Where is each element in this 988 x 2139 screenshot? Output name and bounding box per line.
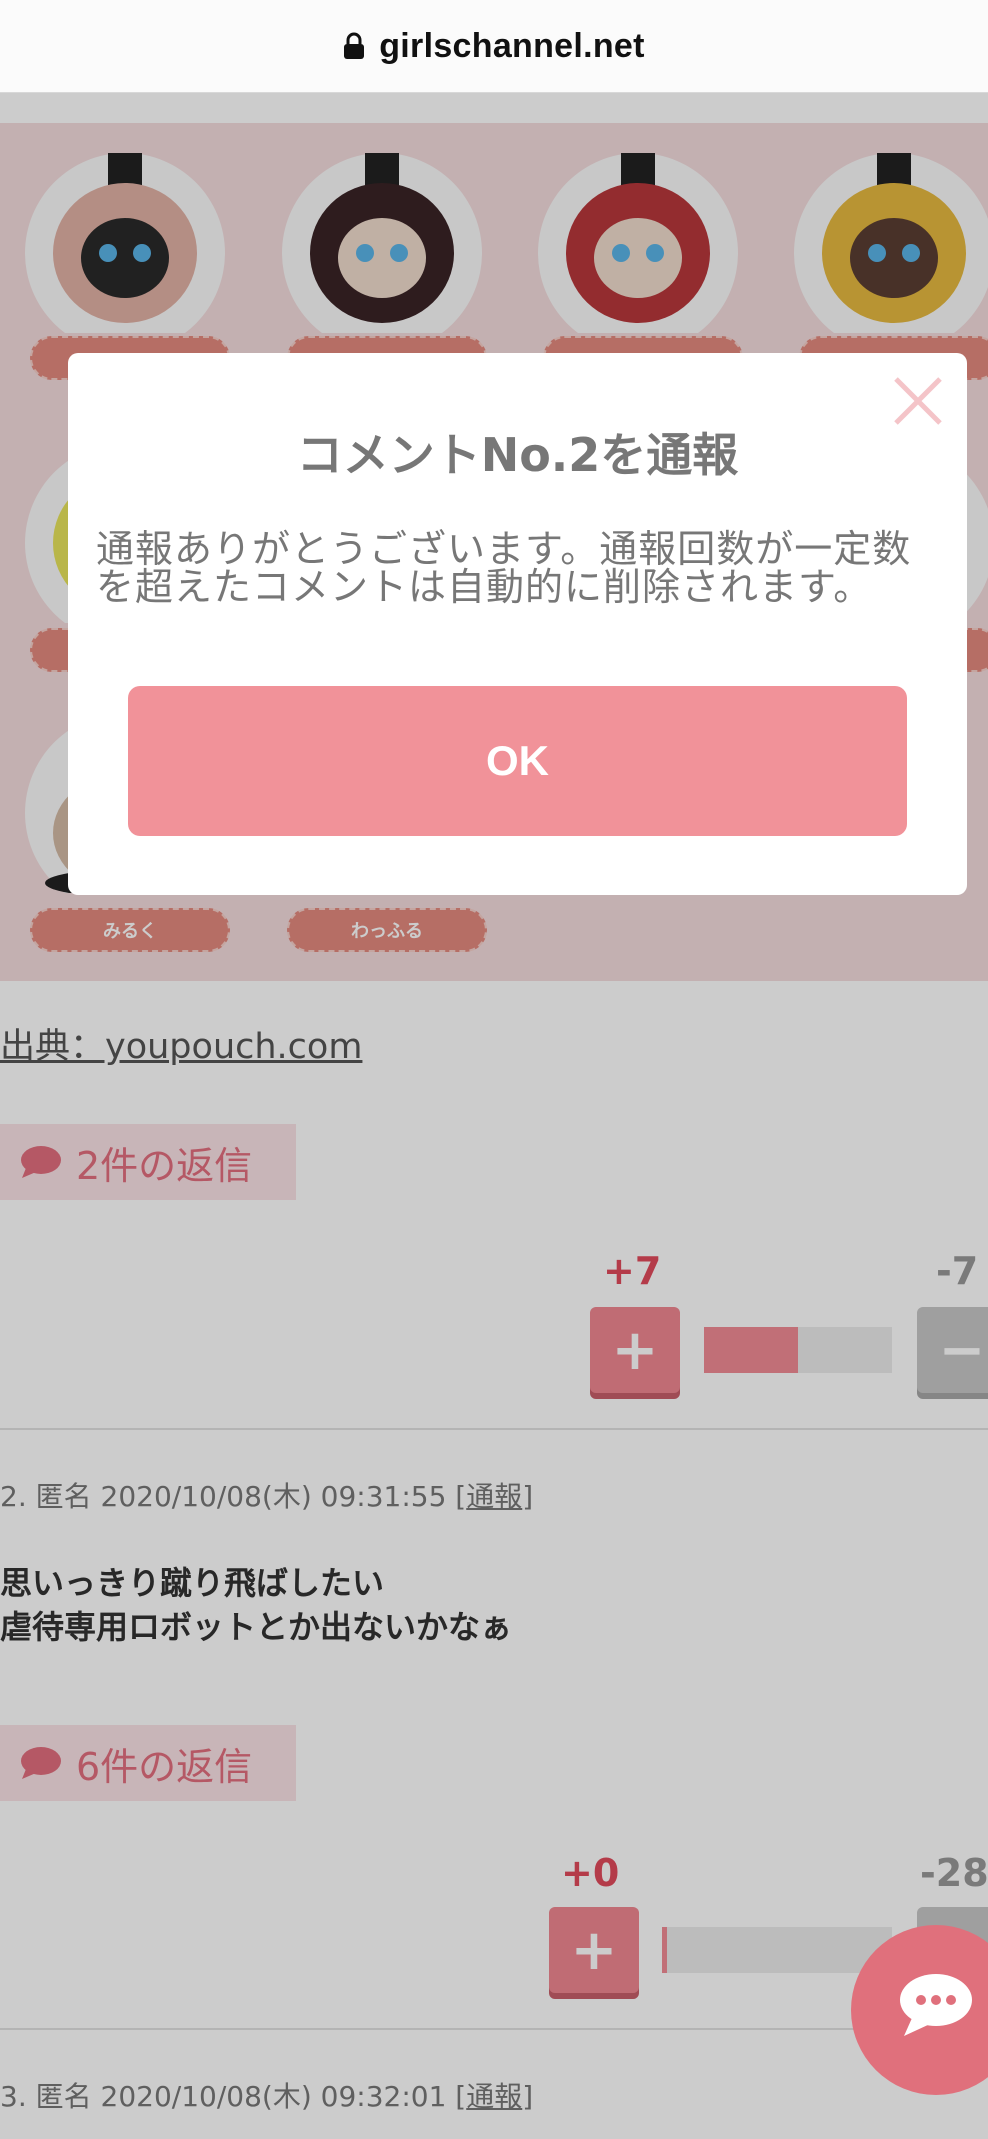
dialog-title: コメントNo.2を通報 — [296, 428, 739, 482]
ok-button[interactable]: OK — [128, 686, 907, 836]
lock-icon — [344, 32, 365, 59]
dialog-message: 通報ありがとうございます。通報回数が一定数を超えたコメントは自動的に削除されます… — [96, 527, 912, 609]
url-text: girlschannel.net — [379, 26, 645, 65]
chat-bubble-icon — [900, 1974, 972, 2036]
report-dialog: コメントNo.2を通報 通報ありがとうございます。通報回数が一定数を超えたコメン… — [68, 353, 967, 895]
address-bar[interactable]: girlschannel.net — [0, 0, 988, 93]
